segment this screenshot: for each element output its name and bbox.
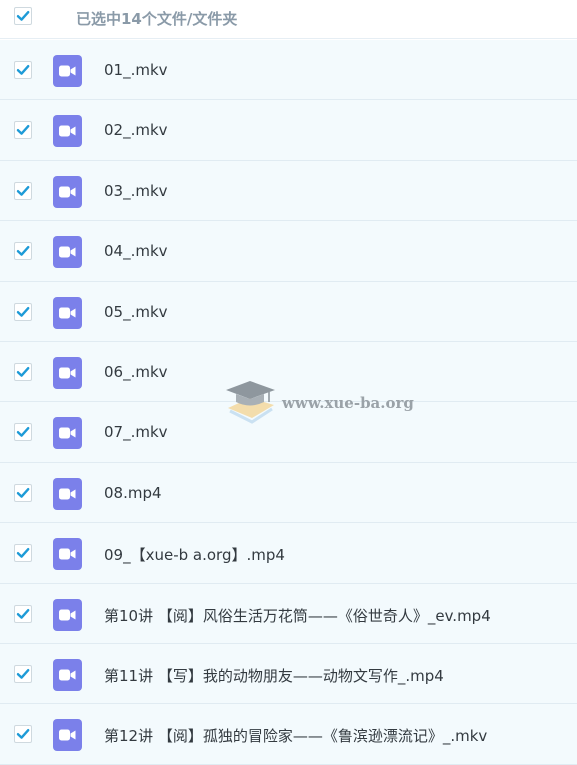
- file-row[interactable]: 08.mp4: [0, 462, 577, 524]
- select-all-checkbox[interactable]: [14, 7, 32, 25]
- video-file-icon: [53, 236, 82, 269]
- file-row[interactable]: 02_.mkv: [0, 100, 577, 161]
- graduation-cap-icon: [226, 381, 275, 424]
- checkmark-icon: [16, 427, 30, 438]
- selection-count-label: 已选中14个文件/文件夹: [76, 10, 238, 28]
- file-row[interactable]: 第10讲 【阅】风俗生活万花筒——《俗世奇人》_ev.mp4: [0, 583, 577, 644]
- checkmark-icon: [16, 366, 30, 377]
- file-row[interactable]: 03_.mkv: [0, 160, 577, 222]
- file-name[interactable]: 第12讲 【阅】孤独的冒险家——《鲁滨逊漂流记》_.mkv: [104, 725, 487, 746]
- video-file-icon: [53, 417, 82, 450]
- video-file-icon: [53, 296, 82, 329]
- video-file-icon: [53, 115, 82, 148]
- selection-header: 已选中14个文件/文件夹: [0, 0, 577, 39]
- video-file-icon: [53, 477, 82, 510]
- video-file-icon: [53, 538, 82, 571]
- video-file-icon: [53, 598, 82, 631]
- row-checkbox[interactable]: [14, 423, 32, 442]
- checkmark-icon: [16, 668, 30, 679]
- file-name[interactable]: 02_.mkv: [104, 121, 168, 139]
- row-checkbox[interactable]: [14, 121, 32, 140]
- checkmark-icon: [16, 11, 30, 21]
- row-checkbox[interactable]: [14, 181, 32, 200]
- checkmark-icon: [16, 548, 30, 558]
- file-row[interactable]: 第11讲 【写】我的动物朋友——动物文写作_.mp4: [0, 643, 577, 705]
- checkmark-icon: [16, 306, 30, 317]
- video-file-icon: [53, 356, 82, 389]
- file-name[interactable]: 第11讲 【写】我的动物朋友——动物文写作_.mp4: [104, 665, 444, 686]
- file-row[interactable]: 第12讲 【阅】孤独的冒险家——《鲁滨逊漂流记》_.mkv: [0, 704, 577, 765]
- file-name[interactable]: 09_【xue-b a.org】.mp4: [104, 544, 285, 565]
- file-row[interactable]: 05_.mkv: [0, 281, 577, 342]
- watermark: www.xue-ba.org: [222, 378, 422, 428]
- checkmark-icon: [16, 65, 30, 75]
- file-name[interactable]: 01_.mkv: [104, 61, 168, 79]
- row-checkbox[interactable]: [14, 483, 32, 502]
- checkmark-icon: [16, 246, 30, 256]
- file-name[interactable]: 06_.mkv: [104, 363, 168, 381]
- video-file-icon: [53, 175, 82, 208]
- file-row[interactable]: 04_.mkv: [0, 221, 577, 282]
- row-checkbox[interactable]: [14, 604, 32, 623]
- file-name[interactable]: 第10讲 【阅】风俗生活万花筒——《俗世奇人》_ev.mp4: [104, 605, 491, 626]
- video-file-icon: [53, 719, 82, 752]
- video-file-icon: [53, 55, 82, 87]
- file-name[interactable]: 03_.mkv: [104, 182, 168, 200]
- row-checkbox[interactable]: [14, 664, 32, 683]
- checkmark-icon: [16, 608, 30, 619]
- video-file-icon: [53, 658, 82, 691]
- file-name[interactable]: 04_.mkv: [104, 242, 168, 260]
- row-checkbox[interactable]: [14, 302, 32, 321]
- row-checkbox[interactable]: [14, 544, 32, 563]
- file-name[interactable]: 07_.mkv: [104, 423, 168, 441]
- row-checkbox[interactable]: [14, 242, 32, 261]
- file-row[interactable]: 09_【xue-b a.org】.mp4: [0, 523, 577, 584]
- checkmark-icon: [16, 729, 30, 740]
- watermark-text: www.xue-ba.org: [282, 394, 414, 412]
- file-name[interactable]: 08.mp4: [104, 484, 162, 502]
- checkmark-icon: [16, 125, 30, 136]
- checkmark-icon: [16, 487, 30, 498]
- file-name[interactable]: 05_.mkv: [104, 303, 168, 321]
- checkmark-icon: [16, 185, 30, 196]
- row-checkbox[interactable]: [14, 362, 32, 381]
- row-checkbox[interactable]: [14, 61, 32, 79]
- row-checkbox[interactable]: [14, 725, 32, 744]
- file-row[interactable]: 01_.mkv: [0, 40, 577, 101]
